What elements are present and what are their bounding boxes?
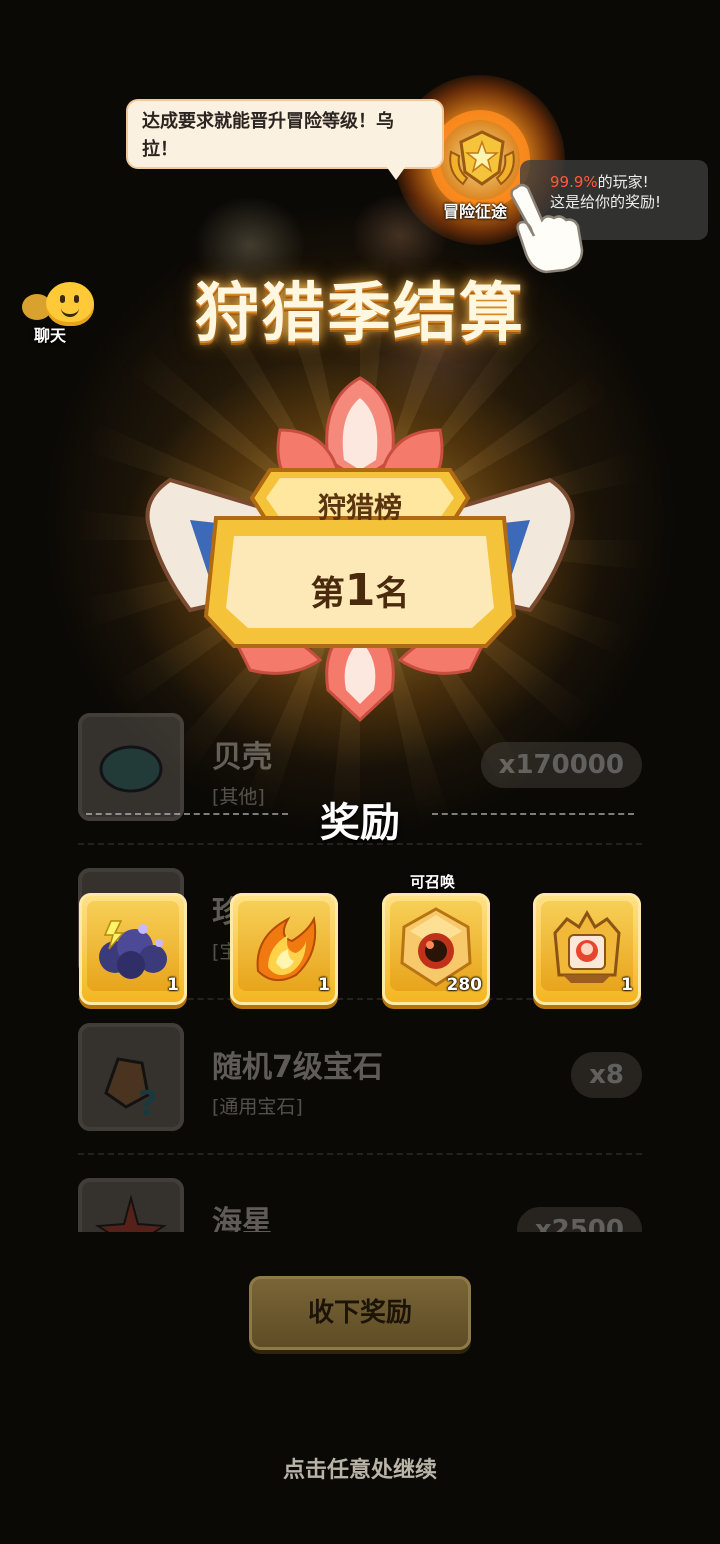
page-title: 狩猎季结算 [195, 277, 525, 351]
fire-wing-icon [256, 915, 317, 982]
rank-number: 1 [344, 565, 376, 616]
info-line1: 的玩家! [597, 173, 649, 191]
list-item-count: x170000 [480, 742, 642, 788]
list-item: ? 随机7级宝石 [通用宝石] x8 [78, 1020, 642, 1132]
reward-item-summon-crystal[interactable]: 280 [382, 893, 490, 1005]
rank-suffix: 名 [375, 574, 410, 614]
reward-item-storm-cloud[interactable]: 1 [79, 893, 187, 1005]
rewards-header: 奖励 [320, 800, 400, 846]
list-item-count: x8 [571, 1052, 642, 1098]
rank-emblem-icon [145, 376, 575, 723]
list-item: 海星 x2500 [78, 1175, 642, 1232]
reward-count: 1 [621, 975, 633, 995]
reward-count: 280 [446, 975, 483, 995]
reward-count: 1 [167, 975, 179, 995]
summonable-tag: 可召唤 [410, 873, 456, 891]
random-gem-icon: ? [78, 1023, 184, 1131]
svg-text:?: ? [138, 1084, 158, 1124]
list-item-category: [通用宝石] [212, 1096, 303, 1118]
row-divider [78, 1153, 642, 1155]
reward-item-fire-wing[interactable]: 1 [230, 893, 338, 1005]
hero-frame-icon [553, 909, 621, 983]
levelup-tooltip: 达成要求就能晋升冒险等级！乌拉！ [126, 99, 444, 169]
rank-board-label: 狩猎榜 [317, 491, 402, 524]
rank-prefix: 第 [310, 574, 345, 614]
starfish-icon [78, 1178, 184, 1232]
adventure-badge-label: 冒险征途 [443, 202, 508, 221]
storm-cloud-icon [99, 920, 167, 979]
list-item-name: 随机7级宝石 [212, 1050, 383, 1085]
reward-item-hero-frame[interactable]: 1 [533, 893, 641, 1005]
tooltip-tail [386, 166, 406, 180]
tap-to-continue-hint[interactable]: 点击任意处继续 [0, 1452, 720, 1484]
collect-rewards-button[interactable]: 收下奖励 [249, 1276, 471, 1350]
list-item-name: 海星 [212, 1205, 272, 1232]
rank-position: 第1名 [0, 565, 720, 616]
list-item-name: 贝壳 [212, 740, 272, 775]
list-item-count: x2500 [516, 1207, 642, 1232]
reward-count: 1 [318, 975, 330, 995]
